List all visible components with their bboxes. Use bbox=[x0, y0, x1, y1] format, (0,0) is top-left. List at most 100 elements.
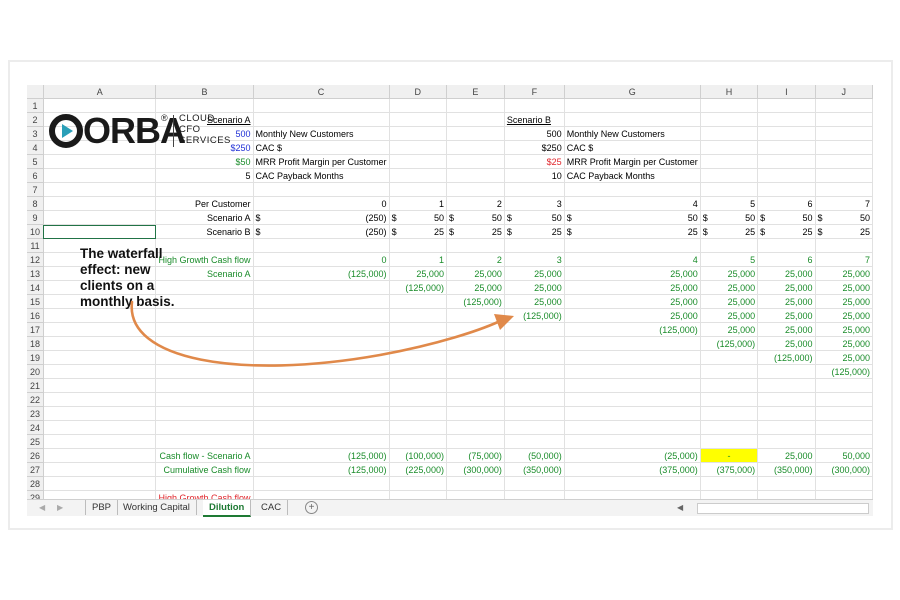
cell-i17[interactable]: 25,000 bbox=[757, 322, 816, 337]
cell-c11[interactable] bbox=[253, 238, 390, 253]
cell-g5[interactable]: MRR Profit Margin per Customer bbox=[564, 154, 701, 169]
column-header-e[interactable]: E bbox=[446, 85, 505, 99]
cell-b9[interactable]: Scenario A bbox=[155, 210, 254, 225]
cell-a7[interactable] bbox=[43, 182, 157, 197]
cell-i4[interactable] bbox=[757, 140, 816, 155]
cell-i10[interactable]: $25 bbox=[757, 224, 816, 239]
cell-f1[interactable] bbox=[504, 98, 565, 113]
cell-c13[interactable]: (125,000) bbox=[253, 266, 390, 281]
cell-f21[interactable] bbox=[504, 378, 565, 393]
column-header-i[interactable]: I bbox=[757, 85, 816, 99]
cell-j18[interactable]: 25,000 bbox=[815, 336, 873, 351]
tab-working-capital[interactable]: Working Capital bbox=[117, 500, 197, 515]
cell-a6[interactable] bbox=[43, 168, 157, 183]
cell-f25[interactable] bbox=[504, 434, 565, 449]
cell-f24[interactable] bbox=[504, 420, 565, 435]
cell-f11[interactable] bbox=[504, 238, 565, 253]
cell-c10[interactable]: $ (250) bbox=[253, 224, 390, 239]
cell-e10[interactable]: $25 bbox=[446, 224, 505, 239]
cell-f3[interactable]: 500 bbox=[504, 126, 565, 141]
row-header[interactable]: 17 bbox=[27, 322, 44, 337]
cell-g25[interactable] bbox=[564, 434, 701, 449]
cell-g14[interactable]: 25,000 bbox=[564, 280, 701, 295]
cell-j9[interactable]: $50 bbox=[815, 210, 873, 225]
cell-i25[interactable] bbox=[757, 434, 816, 449]
cell-c7[interactable] bbox=[253, 182, 390, 197]
add-sheet-icon[interactable]: + bbox=[305, 501, 318, 514]
row-header[interactable]: 18 bbox=[27, 336, 44, 351]
cell-g4[interactable]: CAC $ bbox=[564, 140, 701, 155]
cell-h28[interactable] bbox=[700, 476, 759, 491]
cell-g3[interactable]: Monthly New Customers bbox=[564, 126, 701, 141]
row-header[interactable]: 5 bbox=[27, 154, 44, 169]
cell-i14[interactable]: 25,000 bbox=[757, 280, 816, 295]
cell-d24[interactable] bbox=[389, 420, 447, 435]
cell-j15[interactable]: 25,000 bbox=[815, 294, 873, 309]
row-header[interactable]: 27 bbox=[27, 462, 44, 477]
cell-d1[interactable] bbox=[389, 98, 447, 113]
cell-f2[interactable]: Scenario B bbox=[504, 112, 565, 127]
cell-a8[interactable] bbox=[43, 196, 157, 211]
cell-g6[interactable]: CAC Payback Months bbox=[564, 168, 701, 183]
cell-h2[interactable] bbox=[700, 112, 759, 127]
cell-f8[interactable]: 3 bbox=[504, 196, 565, 211]
cell-e1[interactable] bbox=[446, 98, 505, 113]
cell-e9[interactable]: $50 bbox=[446, 210, 505, 225]
cell-j19[interactable]: 25,000 bbox=[815, 350, 873, 365]
row-header[interactable]: 19 bbox=[27, 350, 44, 365]
cell-e8[interactable]: 2 bbox=[446, 196, 505, 211]
cell-j11[interactable] bbox=[815, 238, 873, 253]
cell-g17[interactable]: (125,000) bbox=[564, 322, 701, 337]
cell-g2[interactable] bbox=[564, 112, 701, 127]
cell-c9[interactable]: $ (250) bbox=[253, 210, 390, 225]
column-header-j[interactable]: J bbox=[815, 85, 873, 99]
cell-b7[interactable] bbox=[155, 182, 254, 197]
cell-d3[interactable] bbox=[389, 126, 447, 141]
column-header-d[interactable]: D bbox=[389, 85, 447, 99]
cell-c27[interactable]: (125,000) bbox=[253, 462, 390, 477]
cell-i26[interactable]: 25,000 bbox=[757, 448, 816, 463]
cell-c14[interactable] bbox=[253, 280, 390, 295]
column-header-a[interactable]: A bbox=[43, 85, 157, 99]
cell-i24[interactable] bbox=[757, 420, 816, 435]
select-all-corner[interactable] bbox=[27, 85, 44, 99]
cell-h20[interactable] bbox=[700, 364, 759, 379]
row-header[interactable]: 7 bbox=[27, 182, 44, 197]
cell-j5[interactable] bbox=[815, 154, 873, 169]
cell-j26[interactable]: 50,000 bbox=[815, 448, 873, 463]
row-header[interactable]: 3 bbox=[27, 126, 44, 141]
cell-e12[interactable]: 2 bbox=[446, 252, 505, 267]
cell-f27[interactable]: (350,000) bbox=[504, 462, 565, 477]
cell-j21[interactable] bbox=[815, 378, 873, 393]
cell-a27[interactable] bbox=[43, 462, 157, 477]
cell-d13[interactable]: 25,000 bbox=[389, 266, 447, 281]
cell-g12[interactable]: 4 bbox=[564, 252, 701, 267]
cell-i7[interactable] bbox=[757, 182, 816, 197]
cell-g18[interactable] bbox=[564, 336, 701, 351]
row-header[interactable]: 16 bbox=[27, 308, 44, 323]
cell-d23[interactable] bbox=[389, 406, 447, 421]
cell-h9[interactable]: $50 bbox=[700, 210, 759, 225]
cell-d8[interactable]: 1 bbox=[389, 196, 447, 211]
cell-d14[interactable]: (125,000) bbox=[389, 280, 447, 295]
cell-i3[interactable] bbox=[757, 126, 816, 141]
cell-h18[interactable]: (125,000) bbox=[700, 336, 759, 351]
cell-i6[interactable] bbox=[757, 168, 816, 183]
cell-e23[interactable] bbox=[446, 406, 505, 421]
cell-j20[interactable]: (125,000) bbox=[815, 364, 873, 379]
cell-e22[interactable] bbox=[446, 392, 505, 407]
row-header[interactable]: 24 bbox=[27, 420, 44, 435]
cell-a5[interactable] bbox=[43, 154, 157, 169]
cell-b8[interactable]: Per Customer bbox=[155, 196, 254, 211]
cell-c24[interactable] bbox=[253, 420, 390, 435]
cell-j24[interactable] bbox=[815, 420, 873, 435]
cell-g9[interactable]: $50 bbox=[564, 210, 701, 225]
column-header-g[interactable]: G bbox=[564, 85, 701, 99]
cell-g13[interactable]: 25,000 bbox=[564, 266, 701, 281]
cell-b10[interactable]: Scenario B bbox=[155, 224, 254, 239]
row-header[interactable]: 6 bbox=[27, 168, 44, 183]
cell-e25[interactable] bbox=[446, 434, 505, 449]
cell-e27[interactable]: (300,000) bbox=[446, 462, 505, 477]
cell-c3[interactable]: Monthly New Customers bbox=[253, 126, 390, 141]
cell-a9[interactable] bbox=[43, 210, 157, 225]
